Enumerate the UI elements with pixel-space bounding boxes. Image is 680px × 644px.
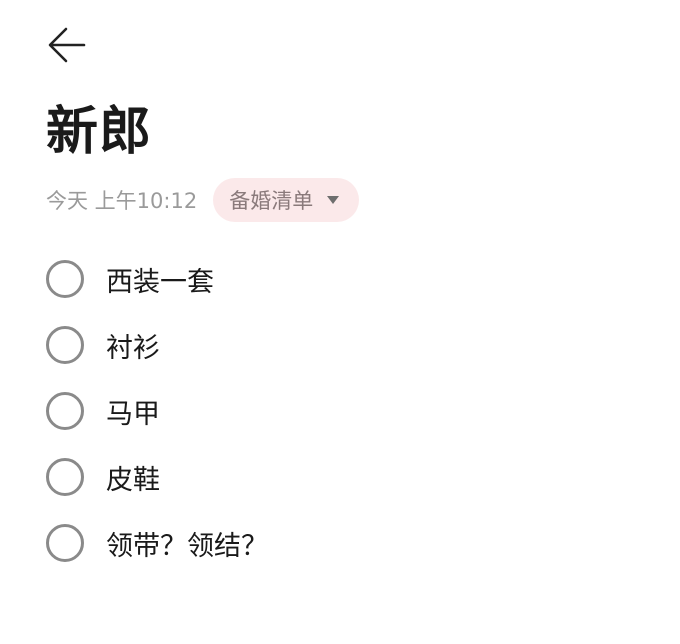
todo-item[interactable]: 皮鞋 <box>46 444 268 510</box>
todo-text: 马甲 <box>106 398 160 430</box>
todo-text: 皮鞋 <box>106 464 160 496</box>
todo-text: 衬衫 <box>106 332 160 364</box>
checkbox-circle[interactable] <box>46 326 84 364</box>
category-label: 备婚清单 <box>229 189 314 213</box>
todo-text: 西装一套 <box>106 266 214 298</box>
checkbox-circle[interactable] <box>46 260 84 298</box>
caret-down-icon <box>327 196 340 204</box>
todo-item[interactable]: 马甲 <box>46 378 268 444</box>
note-timestamp: 今天 上午10:12 <box>46 189 198 213</box>
note-meta: 今天 上午10:12 备婚清单 <box>46 177 360 223</box>
todo-item[interactable]: 衬衫 <box>46 312 268 378</box>
checkbox-circle[interactable] <box>46 392 84 430</box>
todo-text: 领带？领结？ <box>106 530 268 562</box>
todo-item[interactable]: 领带？领结？ <box>46 510 268 576</box>
category-dropdown[interactable]: 备婚清单 <box>213 178 360 222</box>
todo-list: 西装一套 衬衫 马甲 皮鞋 领带？领结？ <box>46 246 268 576</box>
arrow-left-icon <box>46 26 88 68</box>
checkbox-circle[interactable] <box>46 458 84 496</box>
checkbox-circle[interactable] <box>46 524 84 562</box>
back-button[interactable] <box>44 26 90 68</box>
note-title: 新郎 <box>46 102 153 162</box>
todo-item[interactable]: 西装一套 <box>46 246 268 312</box>
